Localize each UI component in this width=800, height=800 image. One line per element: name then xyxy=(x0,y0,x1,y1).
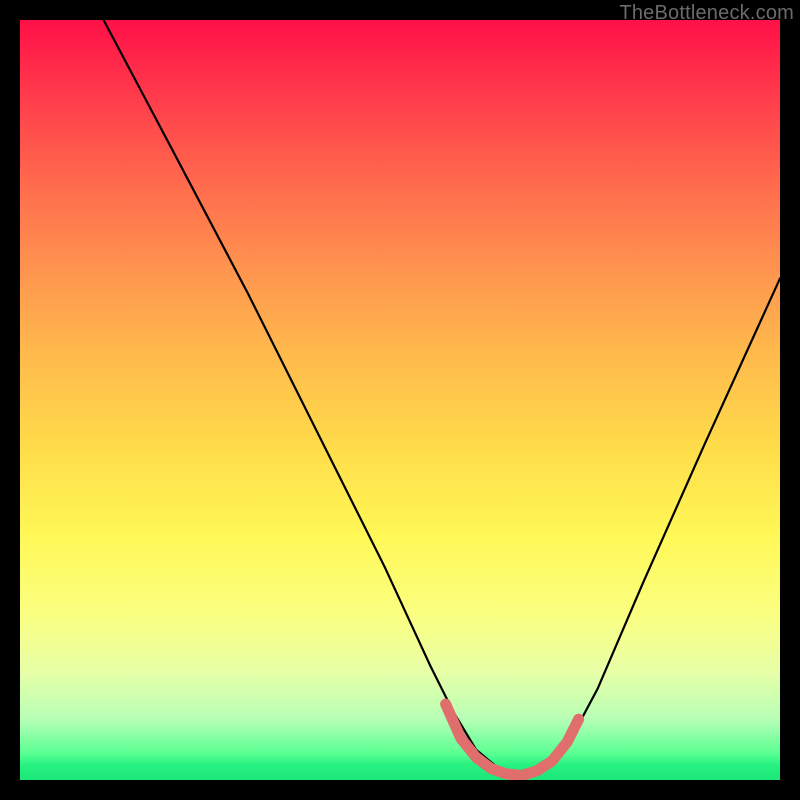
chart-svg xyxy=(20,20,780,780)
curve-line xyxy=(104,20,780,775)
watermark-text: TheBottleneck.com xyxy=(619,2,794,25)
chart-container: TheBottleneck.com xyxy=(0,0,800,800)
plot-area xyxy=(20,20,780,780)
highlight-line xyxy=(446,704,579,775)
